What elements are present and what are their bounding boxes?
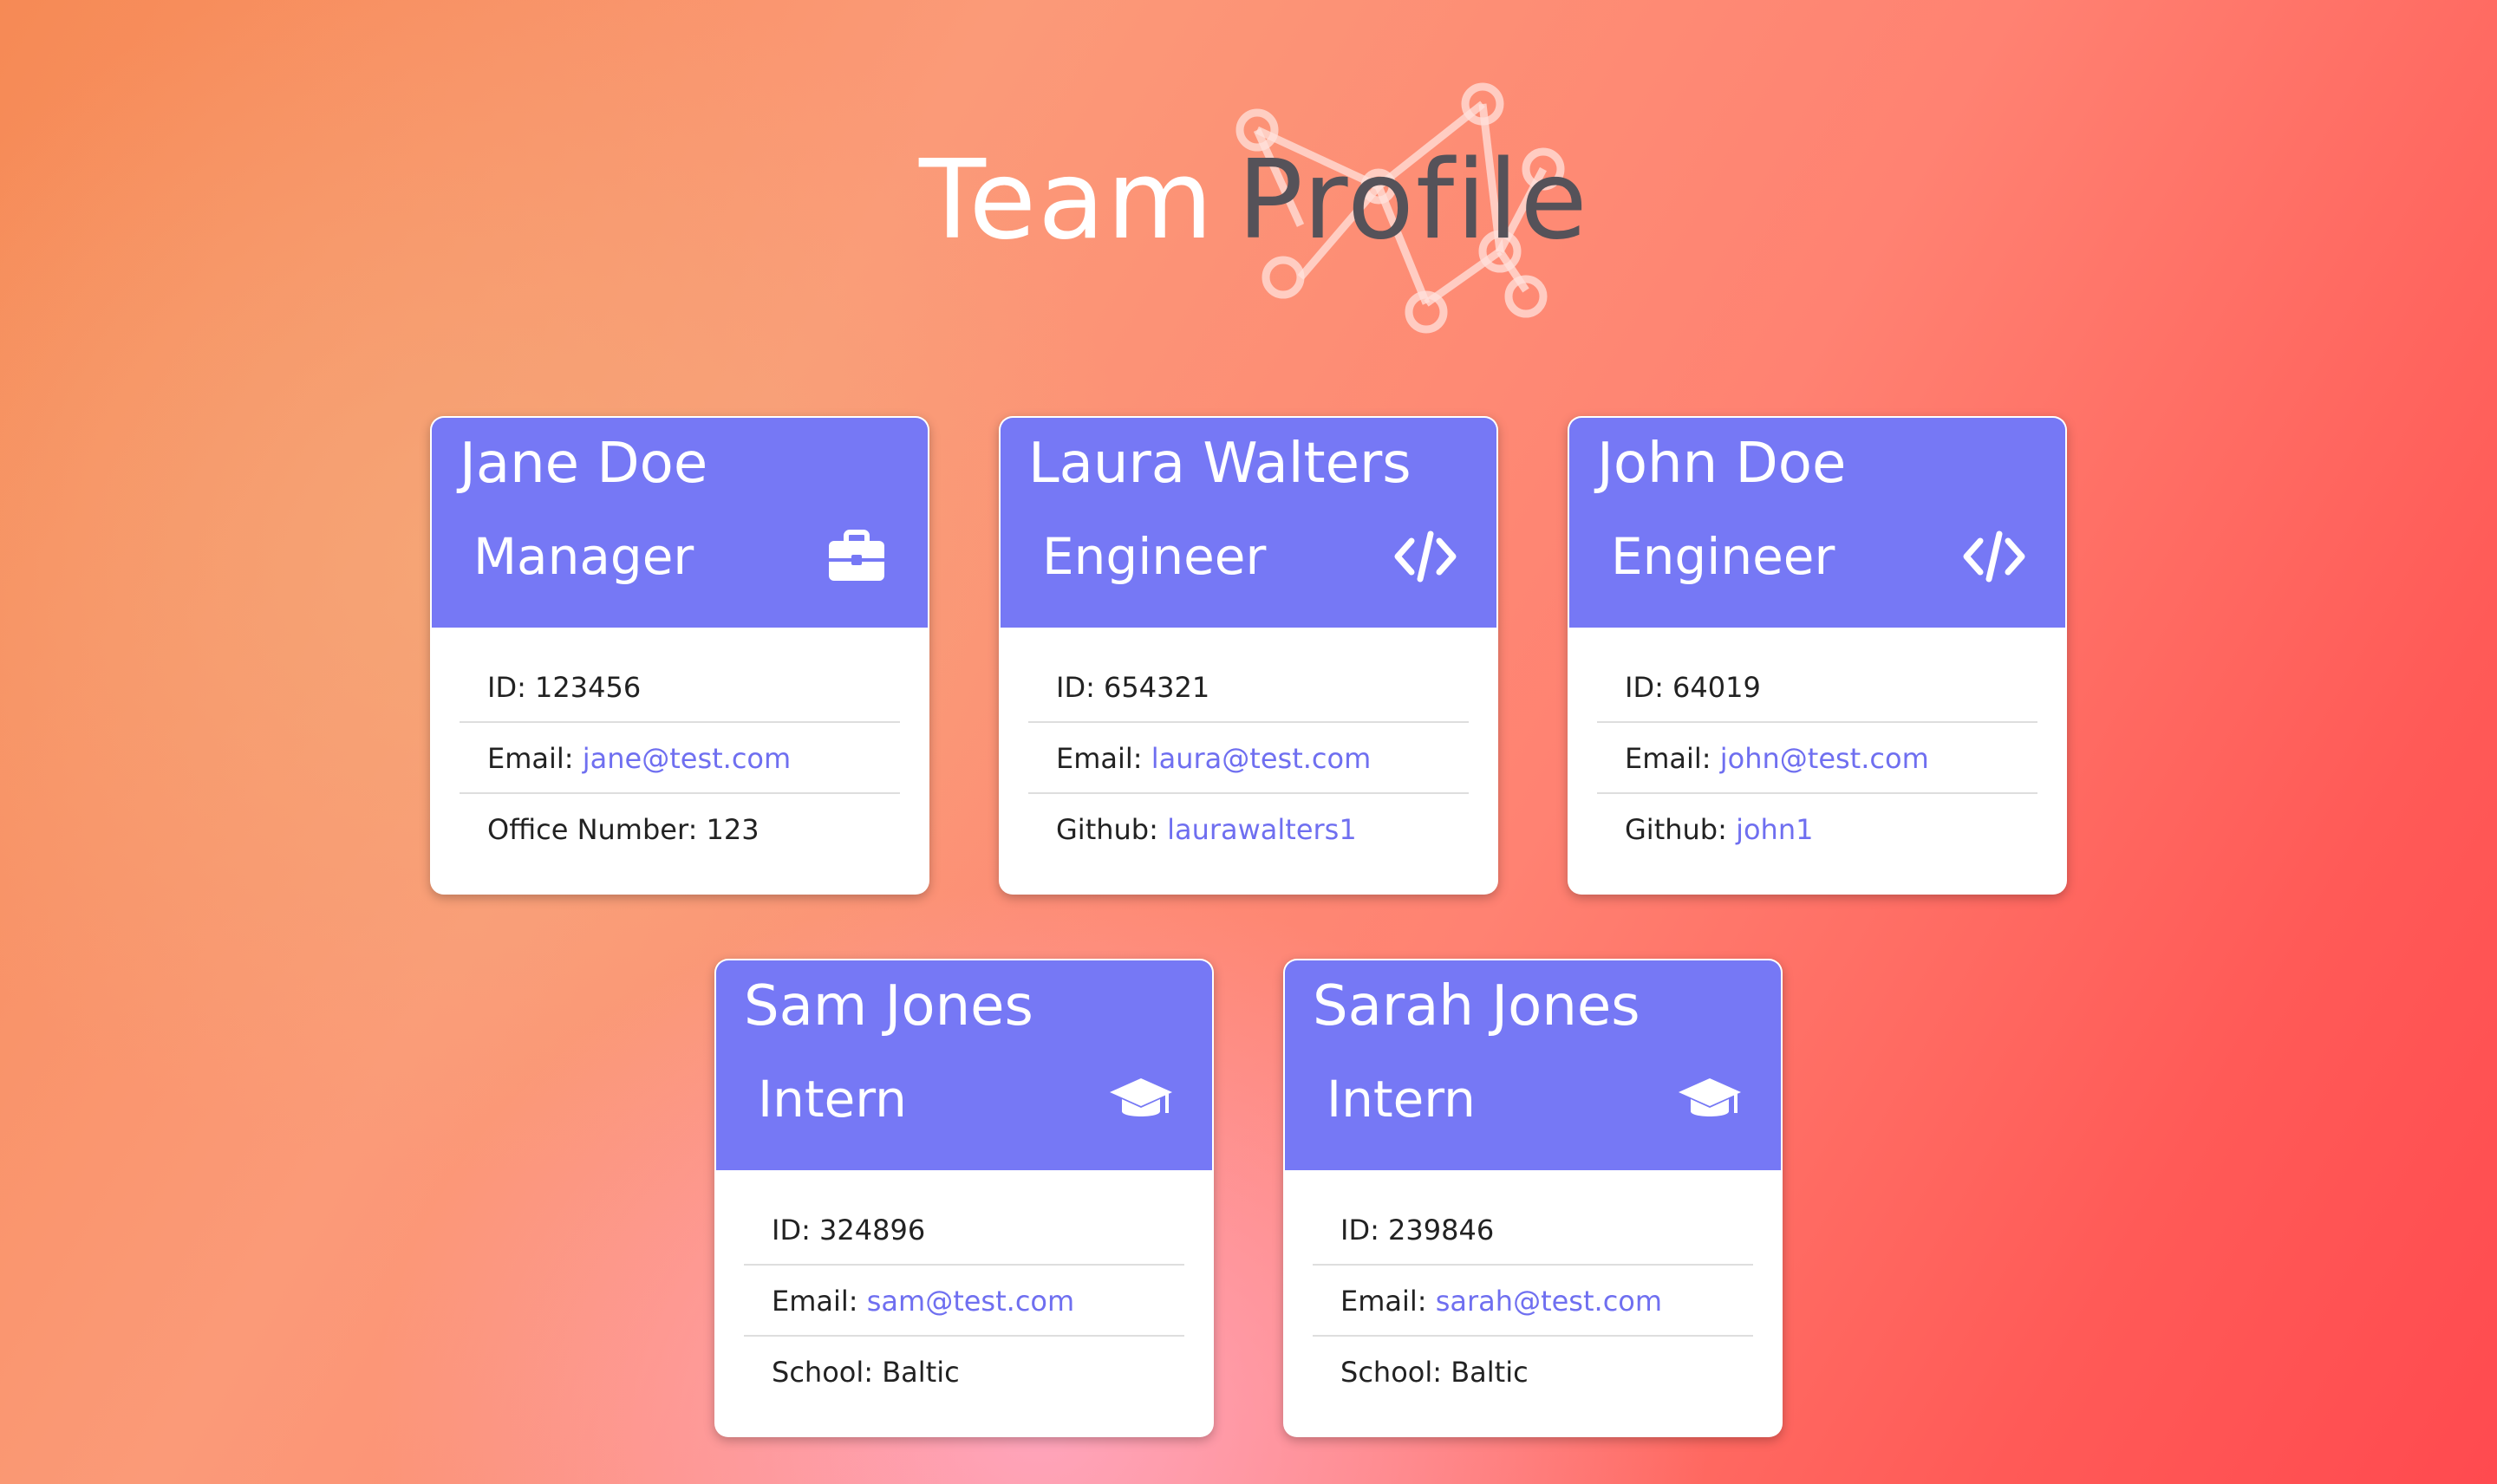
employee-id: 64019 xyxy=(1672,671,1761,704)
employee-id-row: ID: 64019 xyxy=(1597,652,2037,723)
page-header: Team Profile xyxy=(0,35,2497,334)
card-details: ID: 239846 Email: sarah@test.com School:… xyxy=(1285,1170,1781,1408)
card-header: John Doe Engineer xyxy=(1569,418,2065,628)
card-header: Sarah Jones Intern xyxy=(1285,960,1781,1170)
employee-id-row: ID: 324896 xyxy=(744,1194,1184,1266)
card-details: ID: 324896 Email: sam@test.com School: B… xyxy=(716,1170,1212,1408)
page-title: Team Profile xyxy=(919,146,1589,255)
employee-role: Manager xyxy=(473,527,694,586)
employee-id: 239846 xyxy=(1388,1214,1495,1246)
employee-id: 324896 xyxy=(819,1214,926,1246)
card-details: ID: 64019 Email: john@test.com Github: j… xyxy=(1569,628,2065,865)
employee-email-row: Email: john@test.com xyxy=(1597,723,2037,794)
school-name: Baltic xyxy=(882,1356,960,1389)
github-link[interactable]: john1 xyxy=(1736,813,1813,846)
employee-name: Laura Walters xyxy=(1028,432,1411,496)
title-word-team: Team xyxy=(919,136,1216,264)
employee-name: Sarah Jones xyxy=(1313,974,1640,1038)
employee-card: Sarah Jones Intern ID: 239846 Email: sar… xyxy=(1283,959,1783,1437)
card-header: Laura Walters Engineer xyxy=(1001,418,1496,628)
employee-id-row: ID: 123456 xyxy=(460,652,900,723)
email-link[interactable]: sarah@test.com xyxy=(1436,1285,1662,1318)
employee-email-row: Email: jane@test.com xyxy=(460,723,900,794)
card-details: ID: 654321 Email: laura@test.com Github:… xyxy=(1001,628,1496,865)
office-number: 123 xyxy=(706,813,760,846)
email-link[interactable]: jane@test.com xyxy=(583,742,791,775)
github-link[interactable]: laurawalters1 xyxy=(1167,813,1357,846)
code-icon xyxy=(1394,530,1457,583)
email-link[interactable]: laura@test.com xyxy=(1151,742,1372,775)
graduation-cap-icon xyxy=(1110,1078,1172,1116)
employee-email-row: Email: sarah@test.com xyxy=(1313,1266,1753,1337)
employee-email-row: Email: sam@test.com xyxy=(744,1266,1184,1337)
employee-email-row: Email: laura@test.com xyxy=(1028,723,1469,794)
school-row: School: Baltic xyxy=(772,1356,960,1389)
employee-card: Sam Jones Intern ID: 324896 Email: sam@t… xyxy=(714,959,1214,1437)
employee-id-row: ID: 654321 xyxy=(1028,652,1469,723)
employee-id: 654321 xyxy=(1104,671,1210,704)
card-header: Jane Doe Manager xyxy=(432,418,928,628)
employee-card: John Doe Engineer ID: 64019 Email: john@… xyxy=(1568,416,2067,895)
employee-card: Laura Walters Engineer ID: 654321 Email:… xyxy=(999,416,1498,895)
employee-id: 123456 xyxy=(535,671,642,704)
employee-name: John Doe xyxy=(1597,432,1847,496)
email-link[interactable]: john@test.com xyxy=(1720,742,1929,775)
employee-id-row: ID: 239846 xyxy=(1313,1194,1753,1266)
card-details: ID: 123456 Email: jane@test.com Office N… xyxy=(432,628,928,865)
employee-role: Engineer xyxy=(1611,527,1835,586)
title-word-profile: Profile xyxy=(1237,136,1589,264)
employee-role: Engineer xyxy=(1042,527,1267,586)
employee-name: Sam Jones xyxy=(744,974,1033,1038)
employee-role: Intern xyxy=(1327,1070,1476,1129)
school-name: Baltic xyxy=(1451,1356,1529,1389)
employee-name: Jane Doe xyxy=(460,432,708,496)
github-row: Github: john1 xyxy=(1625,813,1814,846)
card-header: Sam Jones Intern xyxy=(716,960,1212,1170)
school-row: School: Baltic xyxy=(1340,1356,1529,1389)
briefcase-icon xyxy=(829,530,884,581)
code-icon xyxy=(1963,530,2025,583)
employee-card: Jane Doe Manager ID: 123456 Email: jane@… xyxy=(430,416,929,895)
github-row: Github: laurawalters1 xyxy=(1056,813,1357,846)
employee-role: Intern xyxy=(758,1070,907,1129)
graduation-cap-icon xyxy=(1679,1078,1741,1116)
office-number-row: Office Number: 123 xyxy=(487,813,760,846)
email-link[interactable]: sam@test.com xyxy=(867,1285,1074,1318)
